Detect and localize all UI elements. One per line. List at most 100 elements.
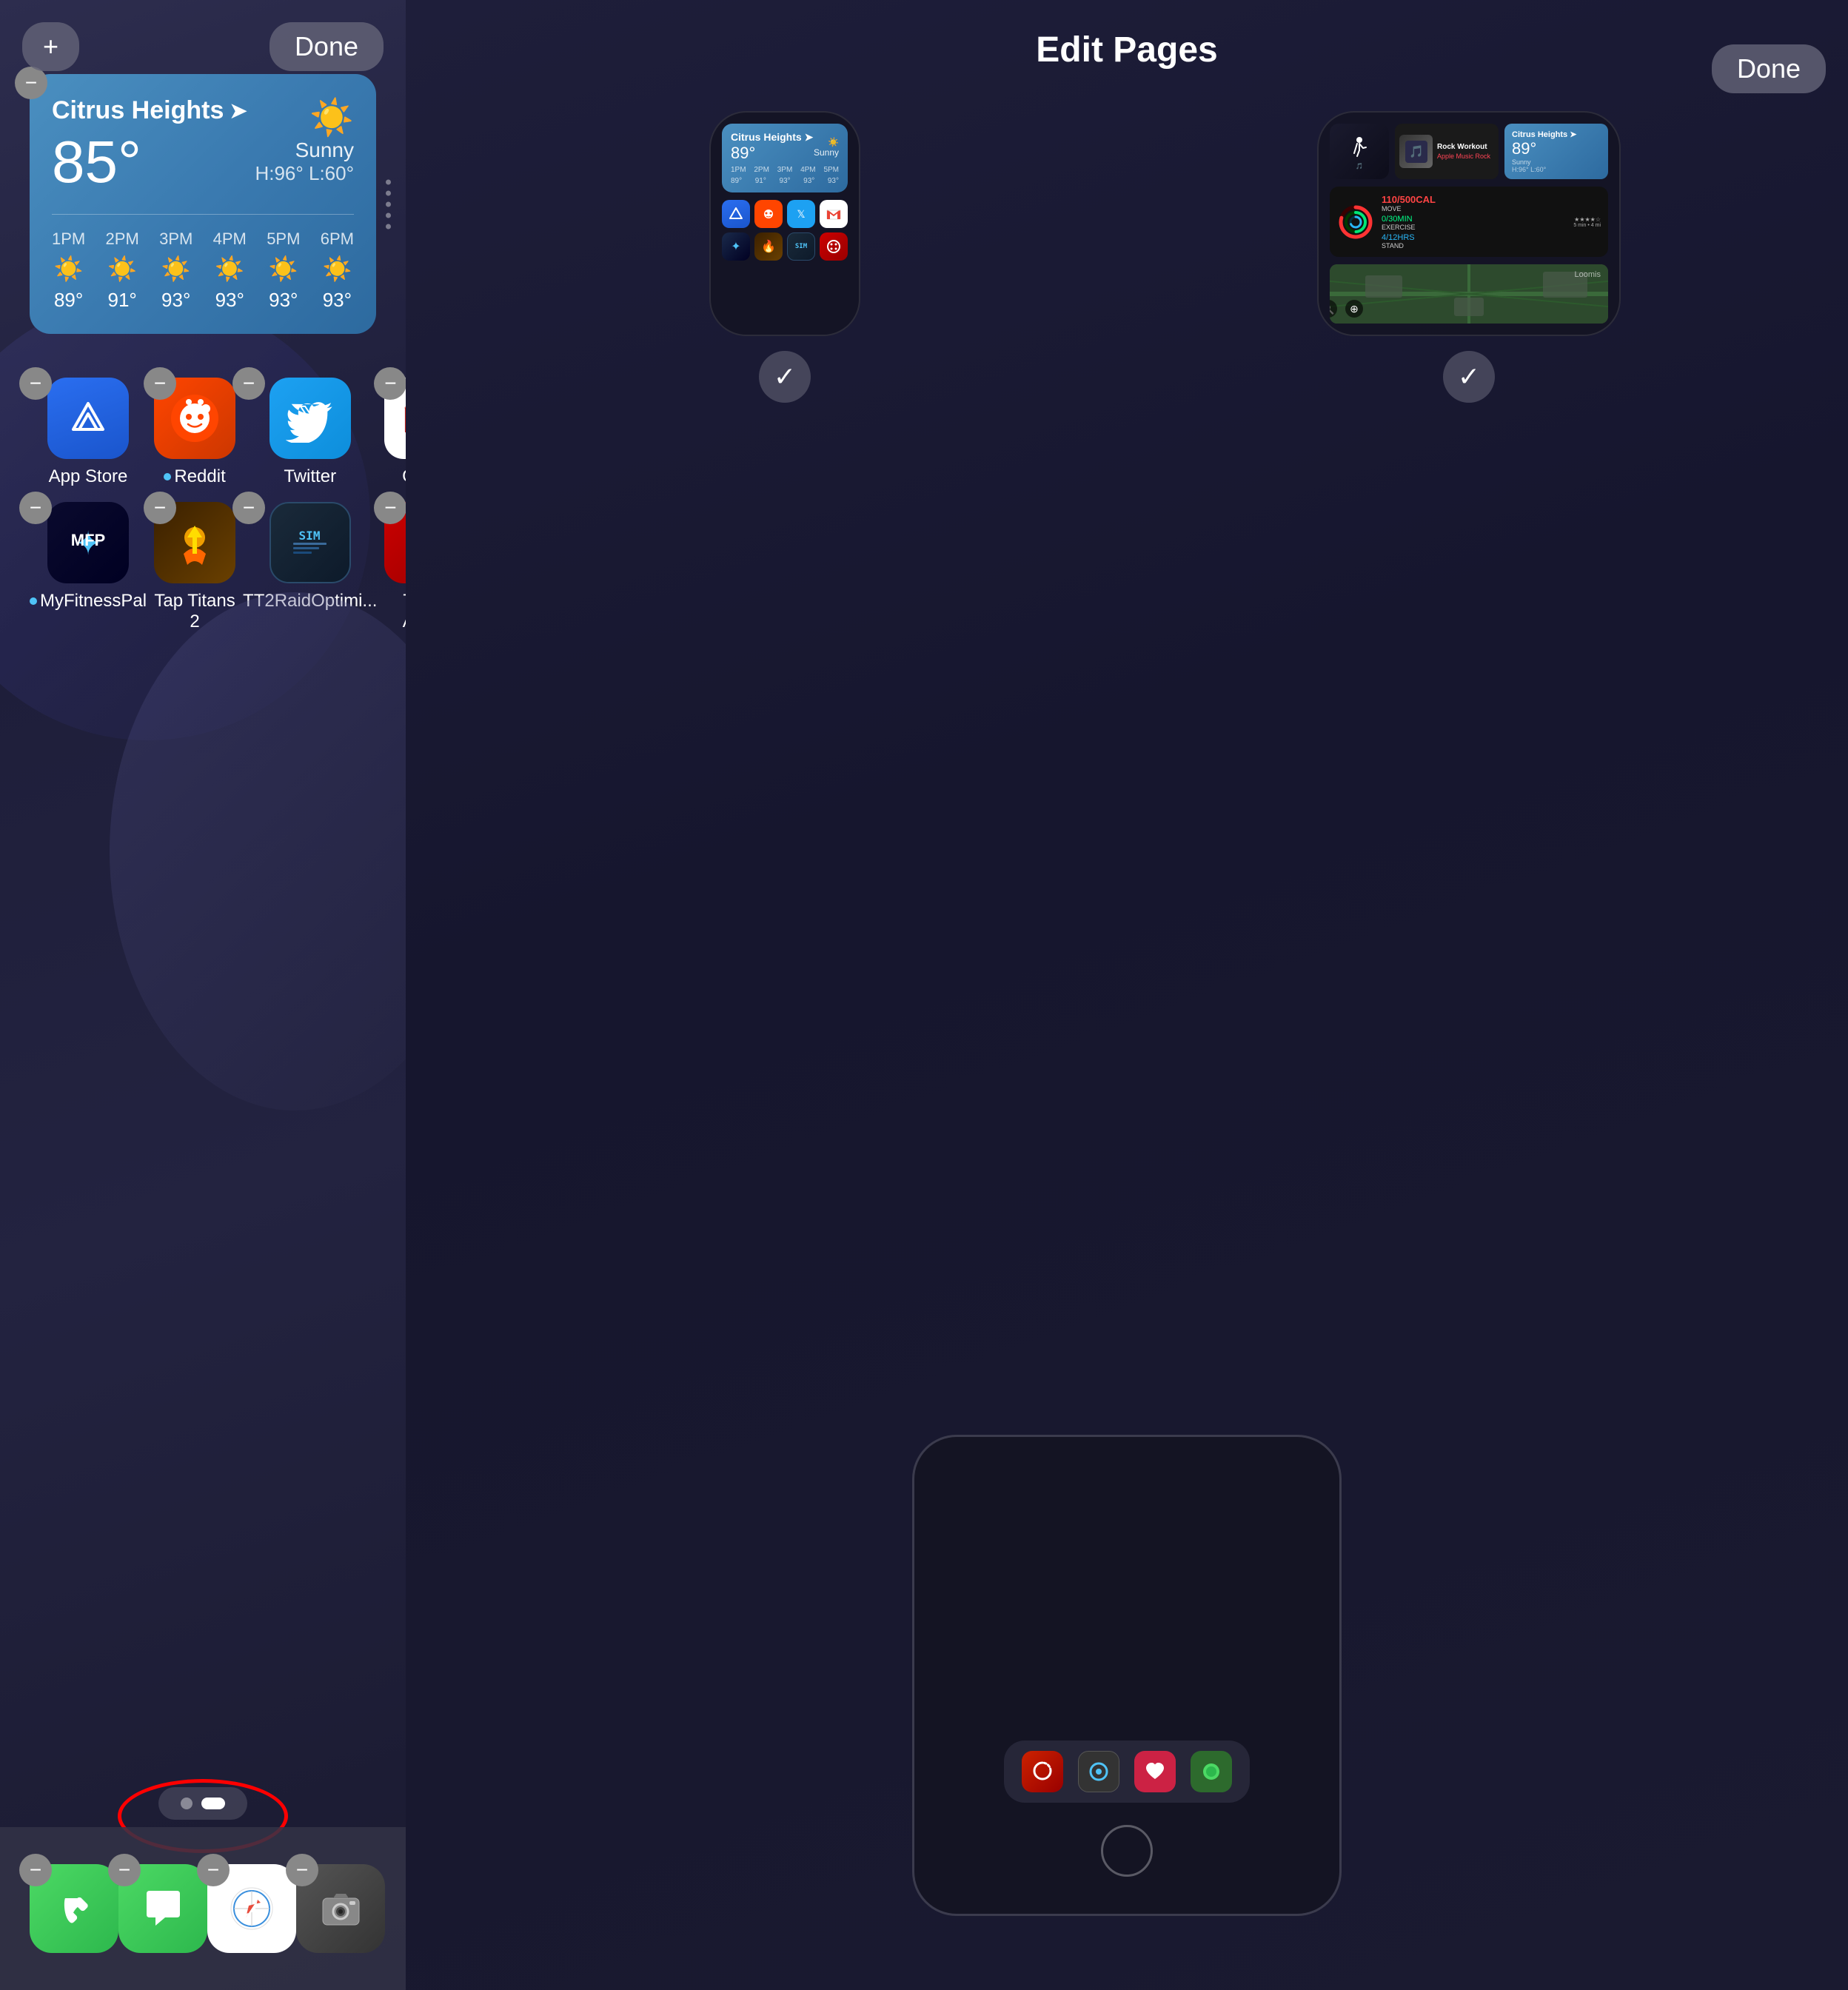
dock-item-safari[interactable]: [207, 1864, 296, 1953]
thumb-myfitness2: ✦: [722, 232, 750, 261]
remove-taptitans[interactable]: [144, 492, 176, 524]
right-edit-pages-panel: Done Edit Pages Citrus Heights ➤ 89°: [406, 0, 1848, 1990]
thumb-weather-sun: ☀️: [814, 137, 839, 147]
thumb-taptitans2: 🔥: [754, 232, 783, 261]
weather-condition: Sunny: [255, 138, 354, 162]
thumb-weather2: Citrus Heights ➤ 89° Sunny H:96° L:60°: [1504, 124, 1608, 179]
weather-hour-5: 5PM ☀️ 93°: [267, 230, 300, 312]
top-bar: + Done: [0, 22, 406, 71]
myfitness-label: MyFitnessPal: [30, 591, 147, 612]
page-thumbnail-1[interactable]: Citrus Heights ➤ 89° ☀️ Sunny 1PM 2PM 3: [709, 111, 860, 336]
apps-grid: App Store Reddit: [30, 378, 376, 632]
weather-remove-button[interactable]: [15, 67, 47, 99]
dock-item-messages[interactable]: [118, 1864, 207, 1953]
thumb-move: 110/500CAL: [1382, 194, 1436, 205]
thumb-activity-widget: 110/500CAL MOVE 0/30MIN EXERCISE 4/12HRS…: [1330, 187, 1608, 257]
weather-temperature: 85°: [52, 128, 141, 196]
music-sub: Apple Music Rock: [1437, 153, 1490, 160]
remove-phone[interactable]: [19, 1854, 52, 1886]
dock-item-phone[interactable]: [30, 1864, 118, 1953]
thumb-top-row: 🎵 🎵 Rock Workout: [1330, 124, 1608, 179]
weather-right-info: ☀️ Sunny H:96° L:60°: [255, 96, 354, 185]
page1-content: Citrus Heights ➤ 89° ☀️ Sunny 1PM 2PM 3: [711, 113, 859, 272]
weather-hour-2: 2PM ☀️ 91°: [106, 230, 139, 312]
remove-appstore[interactable]: [19, 367, 52, 400]
app-item-appstore[interactable]: App Store: [30, 378, 147, 487]
app-item-reddit[interactable]: Reddit: [154, 378, 235, 487]
phone-frame: [912, 1435, 1342, 1916]
remove-messages[interactable]: [108, 1854, 141, 1886]
thumb-weather-loc: Citrus Heights ➤: [731, 131, 813, 144]
thumb-weather-1: Citrus Heights ➤ 89° ☀️ Sunny 1PM 2PM 3: [722, 124, 848, 192]
phone-dock-icon-2: [1078, 1751, 1119, 1792]
remove-reddit[interactable]: [144, 367, 176, 400]
thumb-music-art: 🎵: [1399, 135, 1433, 168]
thumb-activity-stats: 110/500CAL MOVE 0/30MIN EXERCISE 4/12HRS…: [1382, 194, 1436, 249]
page-wrapper-1: Citrus Heights ➤ 89° ☀️ Sunny 1PM 2PM 3: [465, 111, 1105, 403]
remove-camera[interactable]: [286, 1854, 318, 1886]
twitter-icon: 𝕏: [270, 378, 351, 459]
loomis-label: Loomis: [1575, 270, 1601, 279]
twitter-label: Twitter: [284, 466, 336, 487]
remove-safari[interactable]: [197, 1854, 230, 1886]
remove-gmail[interactable]: [374, 367, 406, 400]
weather-widget[interactable]: Citrus Heights 85° ☀️ Sunny H:96° L:60° …: [30, 74, 376, 334]
remove-myfitness[interactable]: [19, 492, 52, 524]
appstore-icon: [47, 378, 129, 459]
svg-text:⊕: ⊕: [1350, 303, 1359, 315]
dock-item-camera[interactable]: [296, 1864, 385, 1953]
svg-text:𝕏: 𝕏: [797, 208, 805, 220]
app-item-myfitness[interactable]: ✦ MFP MyFitnessPal: [30, 502, 147, 632]
thumb-appstore: [722, 200, 750, 228]
thumb-gmail: [820, 200, 848, 228]
remove-twitter[interactable]: [232, 367, 265, 400]
remove-twilio[interactable]: [374, 492, 406, 524]
add-button[interactable]: +: [22, 22, 79, 71]
app-item-twitter[interactable]: 𝕏 Twitter: [243, 378, 377, 487]
sun-icon: ☀️: [255, 96, 354, 138]
scroll-dot-2: [386, 190, 391, 195]
page2-content: 🎵 🎵 Rock Workout: [1319, 113, 1619, 335]
weather-hour-3: 3PM ☀️ 93°: [159, 230, 192, 312]
app-item-tt2raid[interactable]: SIM TT2RaidOptimi...: [243, 502, 377, 632]
app-item-taptitans[interactable]: Tap Titans 2: [154, 502, 235, 632]
remove-tt2raid[interactable]: [232, 492, 265, 524]
scroll-dot-1: [386, 179, 391, 184]
app-item-gmail[interactable]: Gmail: [384, 378, 406, 487]
done-button-left[interactable]: Done: [270, 22, 384, 71]
weather-hour-4: 4PM ☀️ 93°: [213, 230, 247, 312]
thumb-music-info: Rock Workout Apple Music Rock: [1437, 143, 1490, 160]
thumb-map-widget: Loomis 🔍: [1330, 264, 1608, 324]
app-item-twilio[interactable]: Twilio Authy: [384, 502, 406, 632]
phone-dock-icon-4: [1191, 1751, 1232, 1792]
svg-text:MFP: MFP: [70, 531, 104, 549]
page-thumbnail-2[interactable]: 🎵 🎵 Rock Workout: [1317, 111, 1621, 336]
svg-text:𝕏: 𝕏: [298, 401, 321, 434]
page-check-2[interactable]: ✓: [1443, 351, 1495, 403]
thumb-weather-temp: 89°: [731, 144, 813, 163]
thumb-music-widget: 🎵 Rock Workout Apple Music Rock: [1395, 124, 1499, 179]
svg-text:SIM: SIM: [299, 529, 321, 543]
left-homescreen-panel: + Done Citrus Heights 85° ☀️ Sunny H:96°…: [0, 0, 406, 1990]
thumb-twitter: 𝕏: [787, 200, 815, 228]
reddit-notification-dot: [164, 473, 171, 480]
weather-hour-1: 1PM ☀️ 89°: [52, 230, 85, 312]
thumb-rating: ★★★★☆ 5 min • 4 mi: [1573, 216, 1601, 228]
phone-dock-preview: [1004, 1741, 1250, 1803]
reddit-label: Reddit: [164, 466, 225, 487]
done-button-right[interactable]: Done: [1712, 44, 1826, 93]
scroll-dot-3: [386, 201, 391, 207]
tt2raid-label: TT2RaidOptimi...: [243, 591, 377, 612]
page-check-1[interactable]: ✓: [759, 351, 811, 403]
svg-text:🔍: 🔍: [1330, 302, 1335, 315]
scroll-dot-4: [386, 212, 391, 218]
pages-container: Citrus Heights ➤ 89° ☀️ Sunny 1PM 2PM 3: [465, 111, 1789, 403]
phone-home-button[interactable]: [1101, 1825, 1153, 1877]
thumb-exercise: 0/30MIN: [1382, 215, 1436, 224]
weather-high-low: H:96° L:60°: [255, 162, 354, 185]
scroll-dot-5: [386, 224, 391, 229]
thumb-activity-row: 110/500CAL MOVE 0/30MIN EXERCISE 4/12HRS…: [1330, 187, 1608, 257]
svg-text:🎵: 🎵: [1409, 145, 1424, 158]
page-wrapper-2: 🎵 🎵 Rock Workout: [1149, 111, 1789, 403]
edit-pages-title: Edit Pages: [1036, 30, 1217, 70]
